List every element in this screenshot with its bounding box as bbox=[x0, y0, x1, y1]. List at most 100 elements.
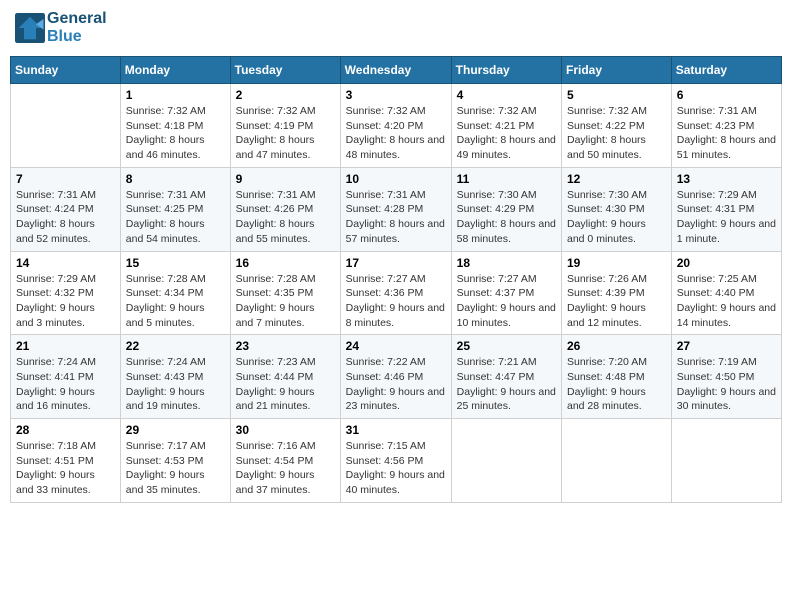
day-detail: Sunrise: 7:31 AMSunset: 4:24 PMDaylight:… bbox=[16, 188, 115, 247]
day-number: 11 bbox=[457, 172, 556, 186]
day-detail: Sunrise: 7:31 AMSunset: 4:25 PMDaylight:… bbox=[126, 188, 225, 247]
calendar-cell: 17 Sunrise: 7:27 AMSunset: 4:36 PMDaylig… bbox=[340, 251, 451, 335]
calendar-week-row: 14 Sunrise: 7:29 AMSunset: 4:32 PMDaylig… bbox=[11, 251, 782, 335]
calendar-cell: 18 Sunrise: 7:27 AMSunset: 4:37 PMDaylig… bbox=[451, 251, 561, 335]
calendar-cell bbox=[671, 419, 781, 503]
header-monday: Monday bbox=[120, 57, 230, 84]
day-number: 4 bbox=[457, 88, 556, 102]
day-detail: Sunrise: 7:30 AMSunset: 4:30 PMDaylight:… bbox=[567, 188, 666, 247]
day-detail: Sunrise: 7:31 AMSunset: 4:23 PMDaylight:… bbox=[677, 104, 776, 163]
calendar-cell: 31 Sunrise: 7:15 AMSunset: 4:56 PMDaylig… bbox=[340, 419, 451, 503]
calendar-cell: 20 Sunrise: 7:25 AMSunset: 4:40 PMDaylig… bbox=[671, 251, 781, 335]
calendar-cell: 23 Sunrise: 7:23 AMSunset: 4:44 PMDaylig… bbox=[230, 335, 340, 419]
calendar-cell: 7 Sunrise: 7:31 AMSunset: 4:24 PMDayligh… bbox=[11, 167, 121, 251]
day-number: 28 bbox=[16, 423, 115, 437]
header-sunday: Sunday bbox=[11, 57, 121, 84]
day-detail: Sunrise: 7:28 AMSunset: 4:35 PMDaylight:… bbox=[236, 272, 335, 331]
header-friday: Friday bbox=[562, 57, 672, 84]
day-number: 25 bbox=[457, 339, 556, 353]
calendar-cell: 8 Sunrise: 7:31 AMSunset: 4:25 PMDayligh… bbox=[120, 167, 230, 251]
calendar-cell bbox=[451, 419, 561, 503]
day-detail: Sunrise: 7:16 AMSunset: 4:54 PMDaylight:… bbox=[236, 439, 335, 498]
day-detail: Sunrise: 7:27 AMSunset: 4:36 PMDaylight:… bbox=[346, 272, 446, 331]
day-detail: Sunrise: 7:22 AMSunset: 4:46 PMDaylight:… bbox=[346, 355, 446, 414]
day-number: 13 bbox=[677, 172, 776, 186]
day-detail: Sunrise: 7:26 AMSunset: 4:39 PMDaylight:… bbox=[567, 272, 666, 331]
day-number: 15 bbox=[126, 256, 225, 270]
day-number: 9 bbox=[236, 172, 335, 186]
page-header: General Blue bbox=[10, 10, 782, 46]
day-detail: Sunrise: 7:31 AMSunset: 4:28 PMDaylight:… bbox=[346, 188, 446, 247]
logo: General Blue bbox=[15, 10, 107, 46]
calendar-cell: 5 Sunrise: 7:32 AMSunset: 4:22 PMDayligh… bbox=[562, 84, 672, 168]
day-number: 22 bbox=[126, 339, 225, 353]
calendar-cell: 14 Sunrise: 7:29 AMSunset: 4:32 PMDaylig… bbox=[11, 251, 121, 335]
day-number: 2 bbox=[236, 88, 335, 102]
day-detail: Sunrise: 7:29 AMSunset: 4:32 PMDaylight:… bbox=[16, 272, 115, 331]
calendar-cell: 27 Sunrise: 7:19 AMSunset: 4:50 PMDaylig… bbox=[671, 335, 781, 419]
day-number: 31 bbox=[346, 423, 446, 437]
day-detail: Sunrise: 7:31 AMSunset: 4:26 PMDaylight:… bbox=[236, 188, 335, 247]
logo-icon bbox=[15, 13, 45, 43]
calendar-week-row: 1 Sunrise: 7:32 AMSunset: 4:18 PMDayligh… bbox=[11, 84, 782, 168]
calendar-cell: 4 Sunrise: 7:32 AMSunset: 4:21 PMDayligh… bbox=[451, 84, 561, 168]
calendar-cell: 10 Sunrise: 7:31 AMSunset: 4:28 PMDaylig… bbox=[340, 167, 451, 251]
day-detail: Sunrise: 7:24 AMSunset: 4:41 PMDaylight:… bbox=[16, 355, 115, 414]
day-detail: Sunrise: 7:32 AMSunset: 4:22 PMDaylight:… bbox=[567, 104, 666, 163]
day-detail: Sunrise: 7:19 AMSunset: 4:50 PMDaylight:… bbox=[677, 355, 776, 414]
day-number: 3 bbox=[346, 88, 446, 102]
day-detail: Sunrise: 7:17 AMSunset: 4:53 PMDaylight:… bbox=[126, 439, 225, 498]
day-detail: Sunrise: 7:27 AMSunset: 4:37 PMDaylight:… bbox=[457, 272, 556, 331]
calendar-week-row: 7 Sunrise: 7:31 AMSunset: 4:24 PMDayligh… bbox=[11, 167, 782, 251]
calendar-cell: 6 Sunrise: 7:31 AMSunset: 4:23 PMDayligh… bbox=[671, 84, 781, 168]
calendar-cell: 24 Sunrise: 7:22 AMSunset: 4:46 PMDaylig… bbox=[340, 335, 451, 419]
calendar-table: SundayMondayTuesdayWednesdayThursdayFrid… bbox=[10, 56, 782, 503]
calendar-cell: 11 Sunrise: 7:30 AMSunset: 4:29 PMDaylig… bbox=[451, 167, 561, 251]
day-detail: Sunrise: 7:32 AMSunset: 4:19 PMDaylight:… bbox=[236, 104, 335, 163]
day-number: 12 bbox=[567, 172, 666, 186]
day-detail: Sunrise: 7:29 AMSunset: 4:31 PMDaylight:… bbox=[677, 188, 776, 247]
calendar-cell: 28 Sunrise: 7:18 AMSunset: 4:51 PMDaylig… bbox=[11, 419, 121, 503]
calendar-cell: 16 Sunrise: 7:28 AMSunset: 4:35 PMDaylig… bbox=[230, 251, 340, 335]
calendar-cell bbox=[11, 84, 121, 168]
day-number: 21 bbox=[16, 339, 115, 353]
calendar-cell: 12 Sunrise: 7:30 AMSunset: 4:30 PMDaylig… bbox=[562, 167, 672, 251]
calendar-cell: 13 Sunrise: 7:29 AMSunset: 4:31 PMDaylig… bbox=[671, 167, 781, 251]
calendar-cell: 15 Sunrise: 7:28 AMSunset: 4:34 PMDaylig… bbox=[120, 251, 230, 335]
day-number: 23 bbox=[236, 339, 335, 353]
calendar-cell: 21 Sunrise: 7:24 AMSunset: 4:41 PMDaylig… bbox=[11, 335, 121, 419]
day-detail: Sunrise: 7:30 AMSunset: 4:29 PMDaylight:… bbox=[457, 188, 556, 247]
day-detail: Sunrise: 7:21 AMSunset: 4:47 PMDaylight:… bbox=[457, 355, 556, 414]
day-number: 6 bbox=[677, 88, 776, 102]
header-wednesday: Wednesday bbox=[340, 57, 451, 84]
day-detail: Sunrise: 7:24 AMSunset: 4:43 PMDaylight:… bbox=[126, 355, 225, 414]
day-number: 7 bbox=[16, 172, 115, 186]
calendar-week-row: 21 Sunrise: 7:24 AMSunset: 4:41 PMDaylig… bbox=[11, 335, 782, 419]
day-detail: Sunrise: 7:32 AMSunset: 4:21 PMDaylight:… bbox=[457, 104, 556, 163]
day-number: 5 bbox=[567, 88, 666, 102]
calendar-cell: 22 Sunrise: 7:24 AMSunset: 4:43 PMDaylig… bbox=[120, 335, 230, 419]
day-number: 20 bbox=[677, 256, 776, 270]
calendar-header-row: SundayMondayTuesdayWednesdayThursdayFrid… bbox=[11, 57, 782, 84]
header-saturday: Saturday bbox=[671, 57, 781, 84]
day-detail: Sunrise: 7:18 AMSunset: 4:51 PMDaylight:… bbox=[16, 439, 115, 498]
day-detail: Sunrise: 7:23 AMSunset: 4:44 PMDaylight:… bbox=[236, 355, 335, 414]
day-number: 8 bbox=[126, 172, 225, 186]
calendar-cell: 30 Sunrise: 7:16 AMSunset: 4:54 PMDaylig… bbox=[230, 419, 340, 503]
day-detail: Sunrise: 7:32 AMSunset: 4:18 PMDaylight:… bbox=[126, 104, 225, 163]
day-number: 24 bbox=[346, 339, 446, 353]
calendar-cell: 19 Sunrise: 7:26 AMSunset: 4:39 PMDaylig… bbox=[562, 251, 672, 335]
day-detail: Sunrise: 7:15 AMSunset: 4:56 PMDaylight:… bbox=[346, 439, 446, 498]
calendar-cell: 9 Sunrise: 7:31 AMSunset: 4:26 PMDayligh… bbox=[230, 167, 340, 251]
day-number: 17 bbox=[346, 256, 446, 270]
day-number: 30 bbox=[236, 423, 335, 437]
logo-text: General Blue bbox=[47, 10, 107, 46]
day-detail: Sunrise: 7:28 AMSunset: 4:34 PMDaylight:… bbox=[126, 272, 225, 331]
day-number: 16 bbox=[236, 256, 335, 270]
calendar-cell: 25 Sunrise: 7:21 AMSunset: 4:47 PMDaylig… bbox=[451, 335, 561, 419]
day-number: 18 bbox=[457, 256, 556, 270]
calendar-cell: 3 Sunrise: 7:32 AMSunset: 4:20 PMDayligh… bbox=[340, 84, 451, 168]
calendar-cell: 2 Sunrise: 7:32 AMSunset: 4:19 PMDayligh… bbox=[230, 84, 340, 168]
day-number: 29 bbox=[126, 423, 225, 437]
day-number: 19 bbox=[567, 256, 666, 270]
